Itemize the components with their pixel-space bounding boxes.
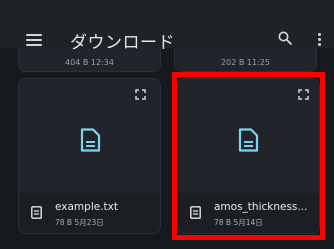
page-title: ダウンロード (70, 33, 175, 53)
document-icon (80, 128, 101, 152)
file-name: example.txt (55, 201, 118, 213)
file-info: example.txt 78 B 5月23日 (19, 193, 160, 233)
file-icon (190, 206, 201, 219)
file-card-example[interactable]: example.txt 78 B 5月23日 (18, 78, 161, 234)
app-bar: ダウンロード (0, 0, 334, 53)
document-icon (238, 128, 259, 152)
file-info: amos_thickness... 78 B 5月14日 (178, 193, 319, 233)
file-meta: 202 B 11:25 (221, 58, 270, 67)
file-icon (31, 206, 42, 219)
file-card-amos[interactable]: amos_thickness... 78 B 5月14日 (177, 78, 320, 234)
search-icon[interactable] (278, 31, 292, 45)
more-vert-icon[interactable] (318, 33, 322, 47)
file-meta: 404 B 12:34 (65, 58, 114, 67)
menu-icon[interactable] (26, 34, 42, 46)
expand-icon[interactable] (135, 89, 146, 100)
file-meta: 78 B 5月23日 (55, 218, 104, 227)
file-meta: 78 B 5月14日 (214, 218, 263, 227)
file-name: amos_thickness... (214, 201, 308, 213)
expand-icon[interactable] (298, 89, 309, 100)
